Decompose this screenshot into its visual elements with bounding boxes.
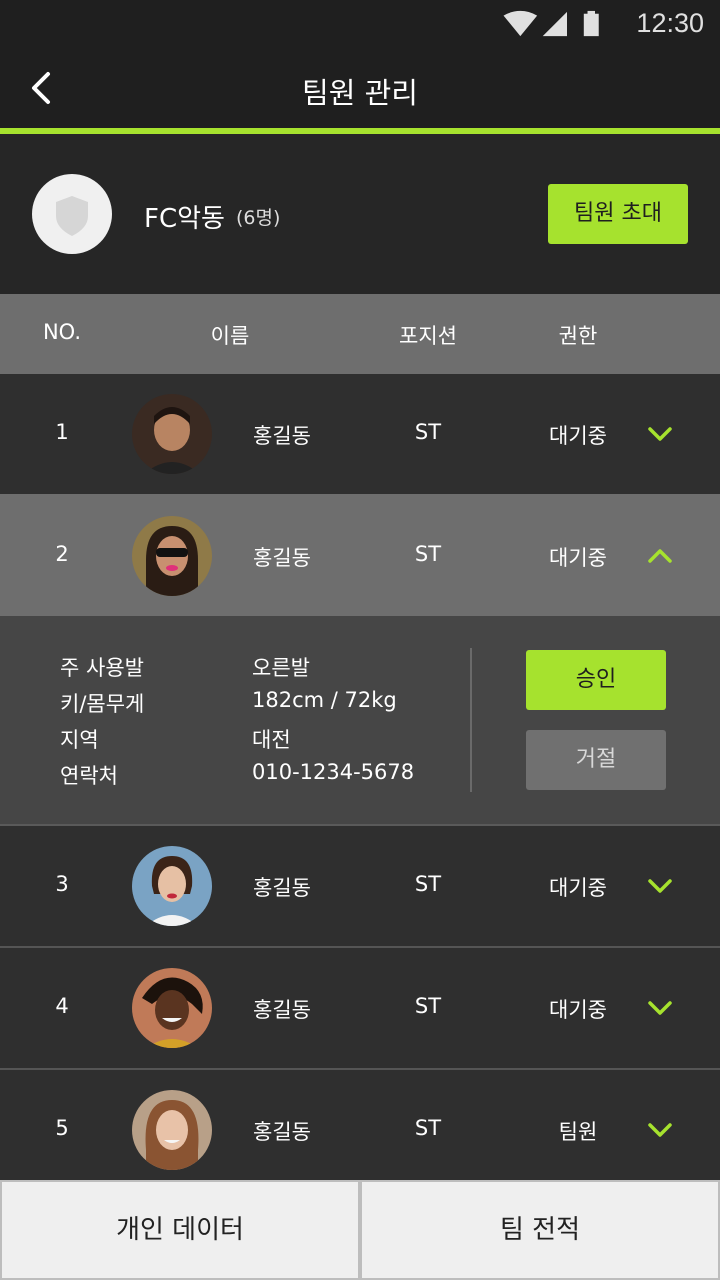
- height-weight-label: 키/몸무게: [60, 692, 145, 716]
- team-record-button[interactable]: 팀 전적: [362, 1182, 718, 1278]
- header-name: 이름: [210, 324, 250, 348]
- member-role: 대기중: [549, 876, 607, 900]
- member-position: ST: [414, 1116, 442, 1140]
- avatar: [132, 968, 212, 1048]
- member-role: 대기중: [549, 998, 607, 1022]
- member-role: 대기중: [549, 424, 607, 448]
- member-number: 3: [55, 872, 69, 896]
- member-row[interactable]: 3 홍길동 ST 대기중: [0, 826, 720, 948]
- wifi-icon: [503, 10, 538, 37]
- member-position: ST: [414, 872, 442, 896]
- avatar: [132, 516, 212, 596]
- member-row[interactable]: 1 홍길동 ST 대기중: [0, 374, 720, 496]
- member-name: 홍길동: [253, 546, 311, 570]
- member-name: 홍길동: [253, 1120, 311, 1144]
- bottom-nav: 개인 데이터 팀 전적: [0, 1180, 720, 1280]
- chevron-down-icon[interactable]: [644, 1114, 676, 1146]
- foot-label: 주 사용발: [60, 656, 144, 680]
- member-name: 홍길동: [253, 876, 311, 900]
- member-number: 2: [55, 542, 69, 566]
- height-weight-value: 182cm / 72kg: [252, 688, 397, 712]
- member-position: ST: [414, 994, 442, 1018]
- member-position: ST: [414, 542, 442, 566]
- status-icons: [503, 10, 599, 37]
- chevron-up-icon[interactable]: [644, 540, 676, 572]
- app-bar: 팀원 관리: [0, 48, 720, 128]
- foot-value: 오른발: [252, 656, 310, 680]
- member-name: 홍길동: [253, 998, 311, 1022]
- shield-icon: [56, 196, 88, 236]
- reject-button[interactable]: 거절: [526, 730, 666, 790]
- chevron-down-icon[interactable]: [644, 992, 676, 1024]
- approve-button[interactable]: 승인: [526, 650, 666, 710]
- member-number: 4: [55, 994, 69, 1018]
- table-header: NO. 이름 포지션 권한: [0, 294, 720, 374]
- status-bar: 12:30: [0, 0, 720, 48]
- member-number: 1: [55, 420, 69, 444]
- header-role: 권한: [558, 324, 598, 348]
- chevron-down-icon[interactable]: [644, 870, 676, 902]
- team-name: FC악동: [144, 204, 225, 234]
- header-no: NO.: [42, 320, 82, 344]
- header-position: 포지션: [399, 324, 457, 348]
- detail-divider: [470, 648, 472, 792]
- team-header: FC악동 (6명) 팀원 초대: [0, 134, 720, 294]
- avatar: [132, 846, 212, 926]
- member-name: 홍길동: [253, 424, 311, 448]
- chevron-down-icon[interactable]: [644, 418, 676, 450]
- member-number: 5: [55, 1116, 69, 1140]
- contact-label: 연락처: [60, 764, 118, 788]
- member-role: 팀원: [558, 1120, 598, 1144]
- team-logo: [32, 174, 112, 254]
- avatar: [132, 394, 212, 474]
- signal-icon: [542, 11, 567, 37]
- team-member-count: (6명): [236, 207, 281, 229]
- status-time: 12:30: [636, 8, 704, 38]
- personal-data-button[interactable]: 개인 데이터: [2, 1182, 358, 1278]
- member-detail-panel: 주 사용발 오른발 키/몸무게 182cm / 72kg 지역 대전 연락처 0…: [0, 616, 720, 826]
- contact-value: 010-1234-5678: [252, 760, 415, 784]
- member-row[interactable]: 5 홍길동 ST 팀원: [0, 1070, 720, 1180]
- avatar: [132, 1090, 212, 1170]
- member-position: ST: [414, 420, 442, 444]
- battery-icon: [583, 13, 599, 37]
- page-title: 팀원 관리: [302, 76, 418, 110]
- region-value: 대전: [252, 728, 291, 752]
- member-role: 대기중: [549, 546, 607, 570]
- member-row-expanded[interactable]: 2 홍길동 ST 대기중: [0, 494, 720, 616]
- region-label: 지역: [60, 728, 99, 752]
- invite-member-button[interactable]: 팀원 초대: [548, 184, 688, 244]
- member-row[interactable]: 4 홍길동 ST 대기중: [0, 948, 720, 1070]
